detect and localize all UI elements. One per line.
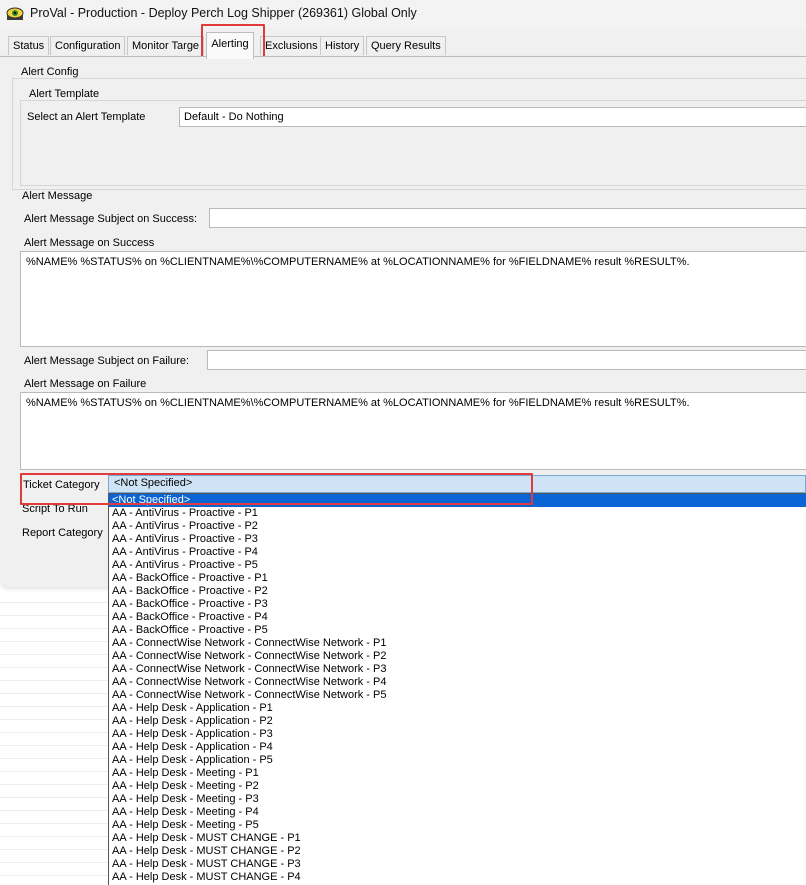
- dropdown-option[interactable]: AA - Help Desk - Application - P4: [112, 741, 273, 754]
- success-message-text: %NAME% %STATUS% on %CLIENTNAME%\%COMPUTE…: [26, 256, 690, 268]
- dropdown-option[interactable]: AA - BackOffice - Proactive - P4: [112, 611, 268, 624]
- proval-eye-icon: [6, 6, 24, 21]
- dropdown-option[interactable]: AA - AntiVirus - Proactive - P1: [112, 507, 258, 520]
- tab-query-results[interactable]: Query Results: [366, 36, 446, 55]
- dropdown-option[interactable]: AA - Help Desk - Application - P3: [112, 728, 273, 741]
- dropdown-option[interactable]: AA - AntiVirus - Proactive - P5: [112, 559, 258, 572]
- ticket-category-highlight: [20, 473, 533, 505]
- tab-status[interactable]: Status: [8, 36, 50, 55]
- dropdown-option[interactable]: AA - ConnectWise Network - ConnectWise N…: [112, 663, 386, 676]
- dropdown-option[interactable]: AA - Help Desk - Meeting - P5: [112, 819, 259, 832]
- alert-template-value: Default - Do Nothing: [184, 111, 284, 123]
- dropdown-option[interactable]: AA - Help Desk - Meeting - P1: [112, 767, 259, 780]
- dropdown-option[interactable]: AA - ConnectWise Network - ConnectWise N…: [112, 637, 386, 650]
- dropdown-option[interactable]: AA - ConnectWise Network - ConnectWise N…: [112, 650, 386, 663]
- dropdown-option[interactable]: AA - Help Desk - MUST CHANGE - P3: [112, 858, 301, 871]
- subject-failure-label: Alert Message Subject on Failure:: [24, 355, 190, 367]
- failure-message-text: %NAME% %STATUS% on %CLIENTNAME%\%COMPUTE…: [26, 397, 690, 409]
- dropdown-option[interactable]: AA - ConnectWise Network - ConnectWise N…: [112, 689, 386, 702]
- dropdown-option[interactable]: AA - AntiVirus - Proactive - P2: [112, 520, 258, 533]
- background-grid: [0, 590, 108, 885]
- dropdown-option[interactable]: AA - ConnectWise Network - ConnectWise N…: [112, 676, 386, 689]
- dropdown-option[interactable]: AA - Help Desk - MUST CHANGE - P1: [112, 832, 301, 845]
- report-category-label: Report Category: [22, 527, 103, 539]
- alert-config-label: Alert Config: [19, 66, 81, 78]
- dropdown-option[interactable]: AA - Help Desk - Application - P5: [112, 754, 273, 767]
- tab-monitor-targets[interactable]: Monitor Targe: [127, 36, 205, 55]
- dropdown-option[interactable]: AA - BackOffice - Proactive - P2: [112, 585, 268, 598]
- window-title: ProVal - Production - Deploy Perch Log S…: [30, 6, 417, 20]
- success-message-textarea[interactable]: %NAME% %STATUS% on %CLIENTNAME%\%COMPUTE…: [20, 251, 806, 347]
- select-template-label: Select an Alert Template: [27, 111, 146, 123]
- tab-history[interactable]: History: [320, 36, 365, 55]
- subject-failure-input[interactable]: [207, 350, 806, 370]
- alert-template-select[interactable]: Default - Do Nothing: [179, 107, 806, 127]
- alert-template-label: Alert Template: [27, 88, 102, 100]
- dropdown-option[interactable]: AA - Help Desk - Meeting - P4: [112, 806, 259, 819]
- dropdown-option[interactable]: AA - BackOffice - Proactive - P3: [112, 598, 268, 611]
- dropdown-option[interactable]: AA - Help Desk - MUST CHANGE - P2: [112, 845, 301, 858]
- dropdown-option[interactable]: AA - Help Desk - Meeting - P3: [112, 793, 259, 806]
- dropdown-option[interactable]: AA - Help Desk - Meeting - P2: [112, 780, 259, 793]
- dropdown-option[interactable]: AA - Help Desk - Application - P1: [112, 702, 273, 715]
- tab-alerting[interactable]: Alerting: [206, 32, 254, 59]
- failure-message-textarea[interactable]: %NAME% %STATUS% on %CLIENTNAME%\%COMPUTE…: [20, 392, 806, 470]
- tab-exclusions[interactable]: Exclusions: [260, 36, 323, 55]
- alert-message-section-label: Alert Message: [22, 190, 93, 202]
- dropdown-option[interactable]: AA - BackOffice - Proactive - P5: [112, 624, 268, 637]
- dropdown-option[interactable]: AA - Help Desk - MUST CHANGE - P4: [112, 871, 301, 884]
- subject-success-label: Alert Message Subject on Success:: [24, 213, 198, 225]
- dropdown-option[interactable]: AA - BackOffice - Proactive - P1: [112, 572, 268, 585]
- ticket-category-dropdown-list[interactable]: <Not Specified> AA - AntiVirus - Proacti…: [108, 493, 806, 885]
- dropdown-option[interactable]: AA - Help Desk - Application - P2: [112, 715, 273, 728]
- tab-configuration[interactable]: Configuration: [50, 36, 126, 55]
- dropdown-option[interactable]: AA - AntiVirus - Proactive - P3: [112, 533, 258, 546]
- failure-message-label: Alert Message on Failure: [24, 378, 147, 390]
- success-message-label: Alert Message on Success: [24, 237, 155, 249]
- subject-success-input[interactable]: [209, 208, 806, 228]
- dropdown-option[interactable]: AA - AntiVirus - Proactive - P4: [112, 546, 258, 559]
